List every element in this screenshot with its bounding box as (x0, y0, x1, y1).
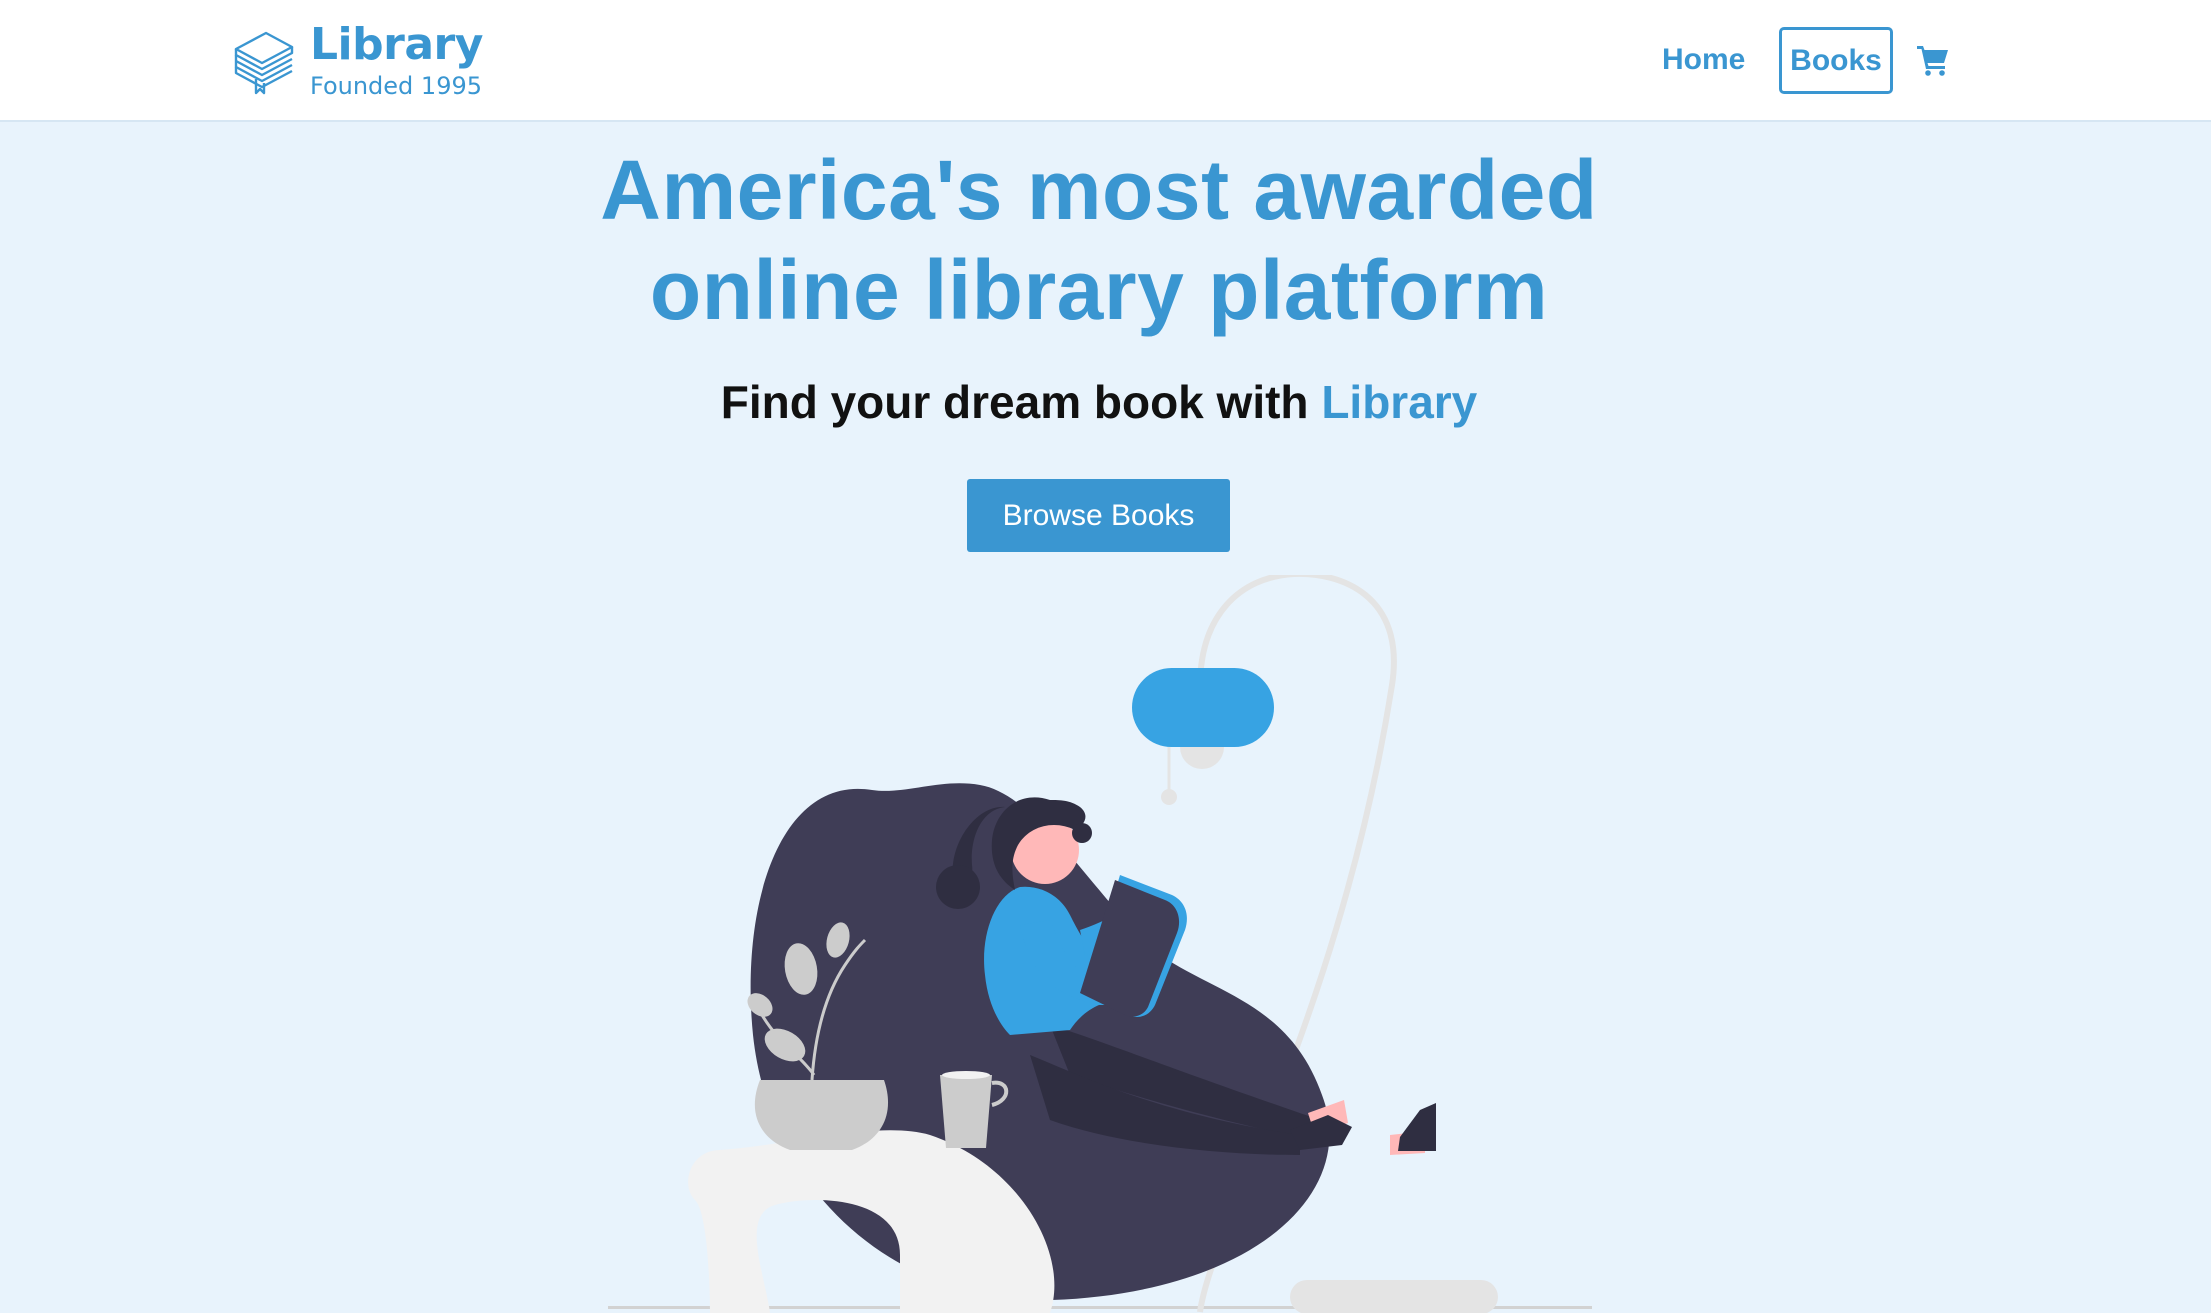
shopping-cart-icon[interactable] (1915, 42, 1951, 78)
browse-books-button[interactable]: Browse Books (967, 479, 1230, 552)
woman-reading-book-in-beanbag-illustration (608, 575, 1592, 1313)
hero-title-line-2: online library platform (649, 243, 1549, 337)
hero-subtitle-accent: Library (1321, 376, 1478, 428)
nav-links: Home Books (0, 0, 2211, 120)
hero-subtitle-prefix: Find your dream book with (720, 376, 1309, 428)
hero-title-line-1: America's most awarded (600, 143, 1598, 237)
nav-link-books[interactable]: Books (1779, 27, 1893, 94)
nav-link-home[interactable]: Home (1662, 40, 1745, 80)
hero-title: America's most awarded online library pl… (0, 140, 2198, 340)
hero-subtitle: Find your dream book with Library (0, 374, 2198, 430)
navbar: Library Founded 1995 Home Books (0, 0, 2211, 122)
